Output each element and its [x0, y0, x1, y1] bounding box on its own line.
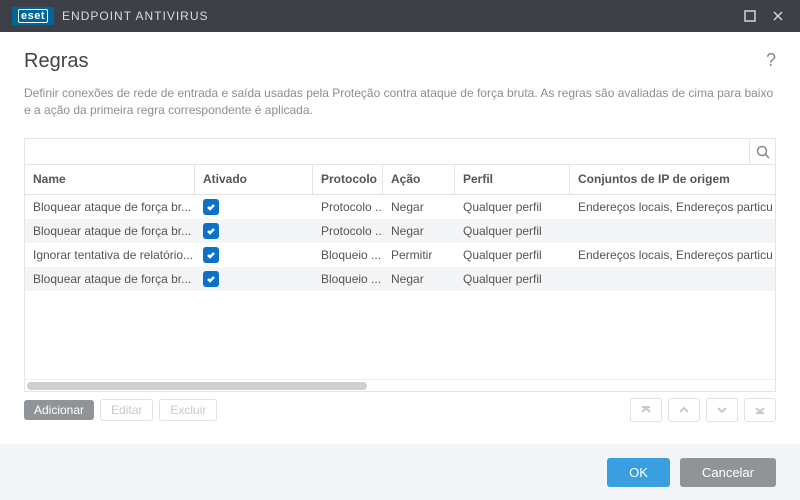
checkbox-checked-icon[interactable]	[203, 271, 219, 287]
cell-source-ip	[570, 219, 773, 243]
search-input-area[interactable]	[25, 139, 749, 164]
cell-source-ip: Endereços locais, Endereços particul	[570, 195, 773, 219]
col-action[interactable]: Ação	[383, 165, 455, 194]
dialog-footer: OK Cancelar	[0, 444, 800, 500]
cell-name: Bloquear ataque de força br...	[25, 267, 195, 291]
table-row[interactable]: Bloquear ataque de força br... Bloqueio .…	[25, 267, 775, 291]
cell-name: Bloquear ataque de força br...	[25, 219, 195, 243]
titlebar: eset ENDPOINT ANTIVIRUS	[0, 0, 800, 32]
move-top-button[interactable]	[630, 398, 662, 422]
product-name: ENDPOINT ANTIVIRUS	[62, 9, 208, 23]
rules-table: Name Ativado Protocolo Ação Perfil Conju…	[24, 138, 776, 392]
col-protocol[interactable]: Protocolo	[313, 165, 383, 194]
search-icon[interactable]	[749, 139, 775, 165]
cell-enabled[interactable]	[195, 243, 313, 267]
cell-enabled[interactable]	[195, 267, 313, 291]
close-button[interactable]	[764, 2, 792, 30]
scrollbar-thumb[interactable]	[27, 382, 367, 390]
col-enabled[interactable]: Ativado	[195, 165, 313, 194]
checkbox-checked-icon[interactable]	[203, 223, 219, 239]
cell-action: Negar	[383, 219, 455, 243]
delete-button: Excluir	[159, 399, 217, 421]
cell-source-ip	[570, 267, 773, 291]
ok-button[interactable]: OK	[607, 458, 670, 487]
cell-source-ip: Endereços locais, Endereços particul	[570, 243, 773, 267]
checkbox-checked-icon[interactable]	[203, 247, 219, 263]
cancel-button[interactable]: Cancelar	[680, 458, 776, 487]
cell-profile: Qualquer perfil	[455, 219, 570, 243]
cell-profile: Qualquer perfil	[455, 243, 570, 267]
cell-action: Negar	[383, 195, 455, 219]
edit-button: Editar	[100, 399, 153, 421]
cell-name: Bloquear ataque de força br...	[25, 195, 195, 219]
cell-profile: Qualquer perfil	[455, 195, 570, 219]
brand-logo: eset	[12, 7, 54, 25]
table-row[interactable]: Ignorar tentativa de relatório... Bloquei…	[25, 243, 775, 267]
horizontal-scrollbar[interactable]	[25, 379, 775, 391]
add-button[interactable]: Adicionar	[24, 400, 94, 420]
cell-protocol: Bloqueio ...	[313, 267, 383, 291]
cell-name: Ignorar tentativa de relatório...	[25, 243, 195, 267]
table-row[interactable]: Bloquear ataque de força br... Protocolo …	[25, 219, 775, 243]
table-empty-area	[25, 291, 775, 379]
move-up-button[interactable]	[668, 398, 700, 422]
cell-enabled[interactable]	[195, 219, 313, 243]
cell-action: Negar	[383, 267, 455, 291]
cell-protocol: Protocolo ...	[313, 219, 383, 243]
move-down-button[interactable]	[706, 398, 738, 422]
minimize-button[interactable]	[736, 2, 764, 30]
move-bottom-button[interactable]	[744, 398, 776, 422]
col-profile[interactable]: Perfil	[455, 165, 570, 194]
help-icon[interactable]: ?	[766, 50, 776, 71]
cell-protocol: Protocolo ...	[313, 195, 383, 219]
table-header: Name Ativado Protocolo Ação Perfil Conju…	[25, 165, 775, 195]
col-name[interactable]: Name	[25, 165, 195, 194]
col-source-ip[interactable]: Conjuntos de IP de origem	[570, 165, 773, 194]
cell-protocol: Bloqueio ...	[313, 243, 383, 267]
cell-enabled[interactable]	[195, 195, 313, 219]
cell-action: Permitir	[383, 243, 455, 267]
page-title: Regras	[24, 50, 776, 73]
page-description: Definir conexões de rede de entrada e sa…	[24, 85, 774, 120]
table-row[interactable]: Bloquear ataque de força br... Protocolo …	[25, 195, 775, 219]
cell-profile: Qualquer perfil	[455, 267, 570, 291]
checkbox-checked-icon[interactable]	[203, 199, 219, 215]
